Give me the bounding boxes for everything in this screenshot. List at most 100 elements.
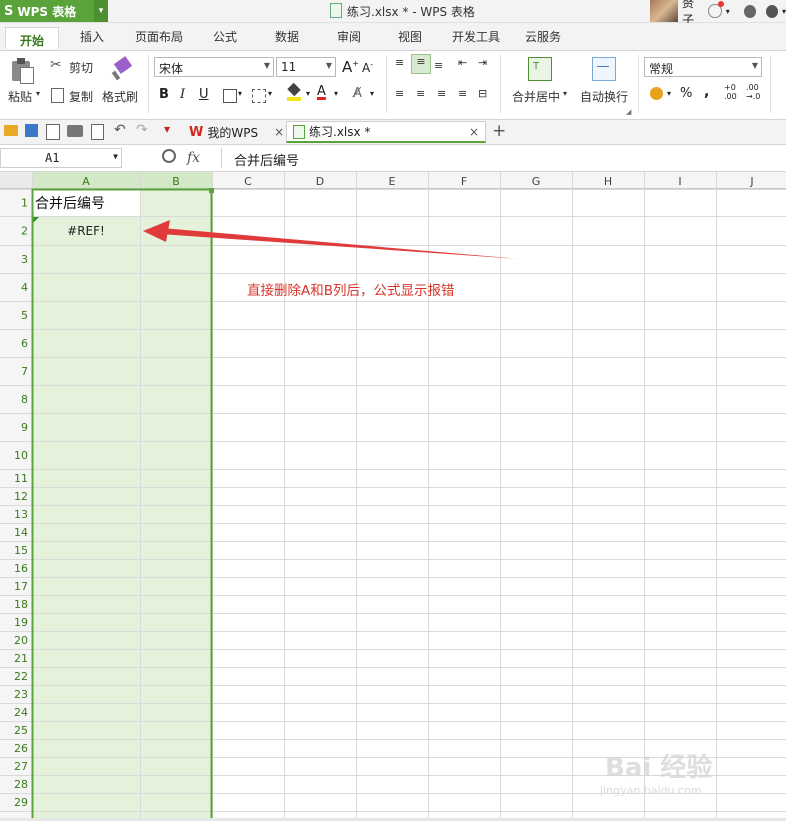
italic-button[interactable]: I bbox=[180, 87, 185, 102]
row-header-26[interactable]: 26 bbox=[14, 742, 28, 755]
cell-a2-error[interactable]: #REF! bbox=[67, 224, 105, 238]
row-header-16[interactable]: 16 bbox=[14, 562, 28, 575]
decrease-font-size-icon[interactable]: A- bbox=[362, 60, 373, 75]
row-header-17[interactable]: 17 bbox=[14, 580, 28, 593]
format-painter-button[interactable]: 格式刷 bbox=[102, 88, 138, 105]
tab-data[interactable]: 数据 bbox=[275, 28, 299, 45]
align-left-icon[interactable]: ≡ bbox=[395, 87, 404, 100]
row-header-4[interactable]: 4 bbox=[21, 281, 28, 294]
scissors-icon[interactable]: ✂ bbox=[50, 57, 62, 73]
tab-practice-workbook[interactable]: 练习.xlsx * × bbox=[286, 121, 486, 143]
column-header-h[interactable]: H bbox=[604, 175, 612, 188]
chevron-down-icon[interactable]: ▾ bbox=[36, 89, 40, 98]
row-header-22[interactable]: 22 bbox=[14, 670, 28, 683]
new-tab-icon[interactable]: + bbox=[492, 121, 506, 141]
row-header-21[interactable]: 21 bbox=[14, 652, 28, 665]
help-icon[interactable] bbox=[765, 4, 778, 18]
column-header-a[interactable]: A bbox=[82, 175, 90, 188]
row-header-8[interactable]: 8 bbox=[21, 393, 28, 406]
tab-page-layout[interactable]: 页面布局 bbox=[135, 28, 183, 45]
number-format-select[interactable]: 常规 ▼ bbox=[644, 57, 762, 77]
tab-home[interactable]: 开始 bbox=[5, 27, 60, 49]
font-size-select[interactable]: 11 ▼ bbox=[276, 57, 336, 77]
undo-icon[interactable]: ↶ bbox=[114, 122, 126, 138]
redo-icon[interactable]: ↷ bbox=[136, 122, 148, 138]
tab-formulas[interactable]: 公式 bbox=[213, 28, 237, 45]
merge-center-button[interactable]: 合并居中 bbox=[512, 88, 560, 105]
font-color-icon[interactable]: A bbox=[317, 84, 326, 99]
tab-developer[interactable]: 开发工具 bbox=[452, 28, 500, 45]
row-header-12[interactable]: 12 bbox=[14, 490, 28, 503]
chevron-down-icon[interactable]: ▾ bbox=[782, 7, 786, 16]
skin-icon[interactable] bbox=[743, 4, 756, 18]
close-icon[interactable]: × bbox=[274, 125, 284, 139]
decrease-decimal-icon[interactable]: .00 →.0 bbox=[746, 83, 760, 101]
tab-my-wps[interactable]: W 我的WPS × bbox=[183, 121, 290, 143]
comma-style-button[interactable]: , bbox=[704, 84, 709, 100]
tab-review[interactable]: 审阅 bbox=[337, 28, 361, 45]
wrap-text-icon[interactable] bbox=[592, 57, 616, 81]
row-header-1[interactable]: 1 bbox=[21, 197, 28, 210]
align-center-icon[interactable]: ≡ bbox=[416, 87, 425, 100]
avatar[interactable] bbox=[650, 0, 679, 22]
user-status-icon[interactable] bbox=[708, 1, 724, 18]
row-header-28[interactable]: 28 bbox=[14, 778, 28, 791]
align-right-icon[interactable]: ≡ bbox=[437, 87, 446, 100]
row-header-7[interactable]: 7 bbox=[21, 365, 28, 378]
chevron-down-icon[interactable]: ▾ bbox=[306, 89, 310, 98]
cell-a1[interactable]: 合并后编号 bbox=[35, 196, 105, 212]
row-header-15[interactable]: 15 bbox=[14, 544, 28, 557]
chevron-down-icon[interactable]: ▾ bbox=[334, 89, 338, 98]
spreadsheet-grid[interactable]: A B C D E F G H I J 1 2 3 4 5 6 7 8 9 10 11 12 13 14 15 16 17 18 19 2… bbox=[0, 172, 786, 823]
open-folder-icon[interactable] bbox=[4, 125, 18, 136]
chevron-down-icon[interactable]: ▼ bbox=[264, 61, 270, 70]
chevron-down-icon[interactable]: ▼ bbox=[326, 61, 332, 70]
underline-button[interactable]: U bbox=[199, 87, 209, 102]
currency-icon[interactable] bbox=[650, 87, 663, 100]
percent-button[interactable]: % bbox=[680, 86, 692, 101]
column-header-b[interactable]: B bbox=[172, 175, 180, 188]
align-bottom-icon[interactable]: ≡ bbox=[434, 59, 443, 72]
paste-icon[interactable] bbox=[10, 57, 34, 84]
row-header-23[interactable]: 23 bbox=[14, 688, 28, 701]
export-pdf-icon[interactable] bbox=[46, 124, 60, 140]
chevron-down-icon[interactable]: ▾ bbox=[563, 89, 567, 98]
column-header-g[interactable]: G bbox=[532, 175, 541, 188]
formula-input[interactable]: 合并后编号 bbox=[221, 148, 786, 169]
fill-color-icon[interactable] bbox=[287, 82, 301, 101]
chevron-down-icon[interactable]: ▾ bbox=[94, 0, 108, 22]
row-header-6[interactable]: 6 bbox=[21, 337, 28, 350]
merge-center-icon[interactable]: T bbox=[528, 57, 552, 81]
format-painter-icon[interactable] bbox=[110, 56, 134, 81]
row-header-10[interactable]: 10 bbox=[14, 449, 28, 462]
chevron-down-icon[interactable]: ▾ bbox=[268, 89, 272, 98]
column-header-i[interactable]: I bbox=[678, 175, 681, 188]
column-header-c[interactable]: C bbox=[244, 175, 252, 188]
row-header-19[interactable]: 19 bbox=[14, 616, 28, 629]
chevron-down-icon[interactable]: ▾ bbox=[370, 89, 374, 98]
copy-button[interactable]: 复制 bbox=[69, 88, 93, 105]
row-header-24[interactable]: 24 bbox=[14, 706, 28, 719]
fill-handle[interactable] bbox=[209, 188, 214, 193]
borders-icon[interactable] bbox=[223, 89, 237, 103]
print-preview-icon[interactable] bbox=[91, 124, 104, 140]
dialog-launcher-icon[interactable]: ◢ bbox=[626, 108, 631, 116]
column-header-f[interactable]: F bbox=[461, 175, 467, 188]
wrap-text-button[interactable]: 自动换行 bbox=[580, 88, 628, 105]
increase-indent-icon[interactable]: ⇥ bbox=[478, 56, 487, 69]
align-top-icon[interactable]: ≡ bbox=[395, 56, 404, 69]
tab-insert[interactable]: 插入 bbox=[80, 28, 104, 45]
copy-icon[interactable] bbox=[51, 88, 64, 103]
column-header-e[interactable]: E bbox=[389, 175, 396, 188]
increase-decimal-icon[interactable]: +0.00 bbox=[724, 83, 737, 101]
insert-function-button[interactable]: fx bbox=[187, 150, 200, 166]
column-header-j[interactable]: J bbox=[749, 175, 753, 188]
name-box[interactable]: A1 ▼ bbox=[0, 148, 122, 168]
row-header-5[interactable]: 5 bbox=[21, 309, 28, 322]
select-all-corner[interactable] bbox=[0, 172, 32, 189]
cut-button[interactable]: 剪切 bbox=[69, 59, 93, 76]
distributed-align-icon[interactable]: ⊟ bbox=[478, 87, 487, 100]
print-icon[interactable] bbox=[67, 125, 83, 137]
tab-cloud-services[interactable]: 云服务 bbox=[525, 28, 561, 45]
chevron-down-icon[interactable]: ▼ bbox=[752, 61, 758, 70]
